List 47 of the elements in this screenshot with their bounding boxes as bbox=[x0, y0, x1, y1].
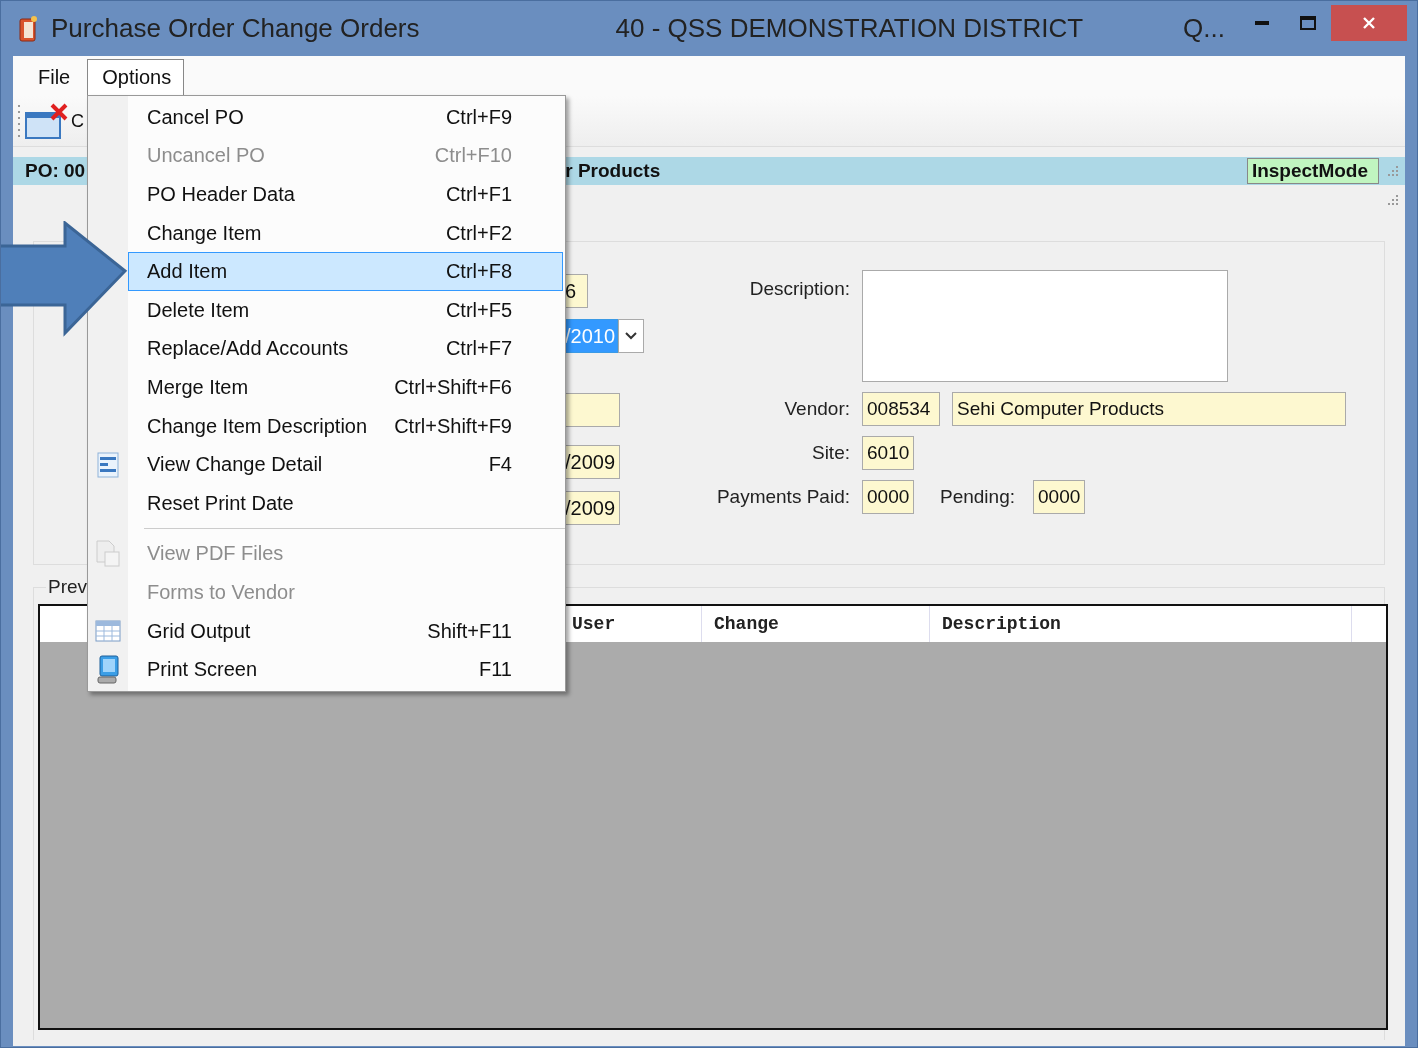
resize-grip-icon bbox=[1385, 193, 1399, 207]
menu-item[interactable]: PO Header Data Ctrl+F1 bbox=[128, 175, 563, 214]
window-title: Purchase Order Change Orders bbox=[51, 13, 420, 44]
cancel-button[interactable]: C bbox=[25, 102, 84, 140]
menu-item[interactable]: Reset Print Date bbox=[128, 483, 563, 523]
site-field[interactable]: 6010 bbox=[862, 436, 914, 470]
chevron-down-icon bbox=[625, 332, 637, 340]
payments-paid-field[interactable]: 0000 bbox=[862, 480, 914, 514]
district-name: 40 - QSS DEMONSTRATION DISTRICT bbox=[615, 13, 1084, 44]
resize-grip-icon bbox=[1385, 164, 1399, 178]
vendor-name-field[interactable]: Sehi Computer Products bbox=[952, 392, 1346, 426]
pending-field[interactable]: 0000 bbox=[1033, 480, 1085, 514]
book-icon bbox=[17, 14, 39, 43]
menu-item[interactable]: Cancel PO Ctrl+F9 bbox=[128, 98, 563, 137]
menu-tab[interactable]: Options bbox=[87, 59, 185, 96]
list-window-icon bbox=[97, 451, 119, 478]
field-label: Description: bbox=[748, 278, 850, 300]
menu-item[interactable]: Merge Item Ctrl+Shift+F6 bbox=[128, 368, 563, 407]
menu-item[interactable]: Print Screen F11 bbox=[128, 650, 563, 689]
grip-icon bbox=[17, 104, 21, 138]
maximize-icon bbox=[1300, 16, 1316, 30]
po-number: PO: 00 bbox=[25, 160, 86, 182]
menu-item[interactable]: Delete Item Ctrl+F5 bbox=[128, 290, 563, 330]
field-label: Vendor: bbox=[783, 398, 850, 420]
close-icon bbox=[1362, 16, 1376, 30]
field-label: Payments Paid: bbox=[715, 486, 850, 508]
user-name: Q... bbox=[1183, 13, 1225, 44]
document-icon bbox=[95, 539, 121, 568]
minimize-icon bbox=[1255, 21, 1269, 25]
table-icon bbox=[95, 620, 121, 642]
menu-item[interactable]: Add Item Ctrl+F8 bbox=[128, 252, 563, 291]
dropdown-button[interactable] bbox=[618, 319, 644, 353]
menu-item[interactable]: Change Item Ctrl+F2 bbox=[128, 213, 563, 253]
field-label: Pending: bbox=[940, 486, 1015, 508]
field-label: Site: bbox=[810, 442, 850, 464]
column-header[interactable]: Description bbox=[930, 606, 1352, 642]
menu-item[interactable]: View Change Detail F4 bbox=[128, 445, 563, 484]
menu-item[interactable]: Grid Output Shift+F11 bbox=[128, 611, 563, 651]
computer-icon bbox=[96, 654, 120, 685]
vendor-code-field[interactable]: 008534 bbox=[862, 392, 940, 426]
column-header[interactable]: Change bbox=[702, 606, 930, 642]
menu-tab[interactable]: File bbox=[23, 59, 84, 96]
vendor-name: r Products bbox=[565, 160, 661, 182]
description-field[interactable] bbox=[862, 270, 1228, 382]
menu-item[interactable]: Change Item Description Ctrl+Shift+F9 bbox=[128, 406, 563, 446]
menu-item[interactable]: Replace/Add Accounts Ctrl+F7 bbox=[128, 329, 563, 369]
mode-indicator: InspectMode bbox=[1246, 158, 1379, 184]
